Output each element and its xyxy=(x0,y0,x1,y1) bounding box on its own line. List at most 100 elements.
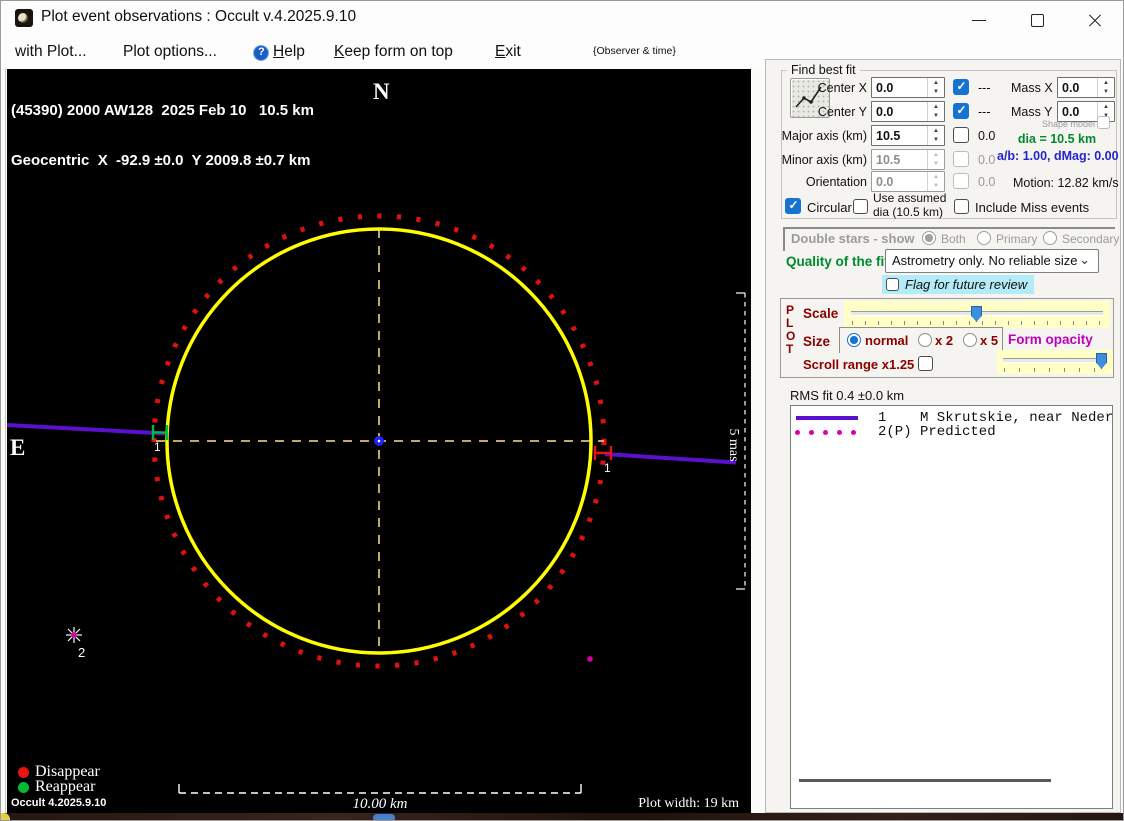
title-bar: Plot event observations : Occult v.4.202… xyxy=(1,1,1123,35)
menu-with-plot[interactable]: with Plot... xyxy=(15,43,87,61)
find-best-fit-title: Find best fit xyxy=(787,63,860,77)
mass-x-label: Mass X xyxy=(1011,81,1053,95)
quality-combobox[interactable]: Astrometry only. No reliable size xyxy=(885,249,1099,273)
center-x-error: --- xyxy=(978,81,991,95)
form-opacity-slider[interactable] xyxy=(997,350,1113,374)
east-label: E xyxy=(10,435,26,460)
plot-width-label: Plot width: 19 km xyxy=(638,796,739,811)
desktop-strip xyxy=(1,813,1123,820)
observation-row-num[interactable]: 2(P) xyxy=(878,424,912,440)
plot-canvas[interactable]: 1 1 2 (45390) 2000 AW128 2025 Feb 10 10.… xyxy=(7,69,751,813)
shape-model-label: Shape model xyxy=(1042,119,1096,129)
north-label: N xyxy=(373,79,390,104)
use-assumed-dia-checkbox[interactable] xyxy=(853,199,868,214)
major-axis-input[interactable] xyxy=(872,126,927,145)
secondary-radio[interactable] xyxy=(1043,231,1057,245)
spin-up-icon[interactable] xyxy=(1098,102,1114,112)
menu-plot-options[interactable]: Plot options... xyxy=(123,43,217,61)
scroll-range-checkbox[interactable] xyxy=(918,356,933,371)
scroll-range-label: Scroll range x1.25 xyxy=(803,357,915,372)
include-miss-label: Include Miss events xyxy=(975,200,1090,215)
circular-label: Circular xyxy=(807,200,852,215)
minor-axis-error: 0.0 xyxy=(978,153,996,167)
orientation-label: Orientation xyxy=(805,175,867,189)
circular-checkbox[interactable] xyxy=(785,198,801,214)
disappear-marker xyxy=(593,446,613,460)
scale-bar xyxy=(178,784,582,794)
menu-exit[interactable]: Exit xyxy=(495,43,521,61)
size-x2-label: x 2 xyxy=(935,333,954,348)
plot-left-border xyxy=(5,69,6,813)
both-radio[interactable] xyxy=(922,231,936,245)
spin-down-icon[interactable] xyxy=(928,160,944,170)
use-assumed-dia-label: Use assumed dia (10.5 km) xyxy=(873,191,946,219)
scale-slider-thumb[interactable] xyxy=(971,306,982,322)
center-y-fit-checkbox[interactable] xyxy=(953,103,969,119)
observation-row-name[interactable]: Predicted xyxy=(920,424,996,440)
size-x5-radio[interactable] xyxy=(963,333,977,347)
minor-axis-input[interactable] xyxy=(872,150,927,169)
center-x-input[interactable] xyxy=(872,78,927,97)
plot-vertical-p: P xyxy=(786,303,795,317)
close-button[interactable] xyxy=(1072,1,1118,34)
mass-x-spinner[interactable] xyxy=(1057,77,1115,98)
spin-up-icon[interactable] xyxy=(928,150,944,160)
orientation-spinner[interactable] xyxy=(871,171,945,192)
shape-model-checkbox[interactable] xyxy=(1097,116,1110,129)
spin-up-icon[interactable] xyxy=(928,78,944,88)
spin-up-icon[interactable] xyxy=(928,172,944,182)
window-title: Plot event observations : Occult v.4.202… xyxy=(41,8,357,25)
star-number: 2 xyxy=(78,645,85,660)
scale-slider[interactable] xyxy=(844,301,1110,328)
center-y-spinner[interactable] xyxy=(871,101,945,122)
minimize-button[interactable] xyxy=(956,1,1002,34)
observer-time-label: {Observer & time} xyxy=(593,45,676,57)
form-opacity-thumb[interactable] xyxy=(1096,353,1107,369)
primary-radio[interactable] xyxy=(977,231,991,245)
chord-left-segment xyxy=(7,423,166,436)
disappear-legend-dot xyxy=(18,767,29,778)
form-opacity-track xyxy=(1003,358,1107,363)
minor-axis-spinner[interactable] xyxy=(871,149,945,170)
size-x5-label: x 5 xyxy=(980,333,999,348)
orientation-fit-checkbox[interactable] xyxy=(953,173,969,189)
spin-up-icon[interactable] xyxy=(928,126,944,136)
spin-up-icon[interactable] xyxy=(1098,78,1114,88)
size-normal-radio[interactable] xyxy=(847,333,861,347)
list-separator-line xyxy=(799,779,1051,782)
center-x-fit-checkbox[interactable] xyxy=(953,79,969,95)
menu-help-accel: H xyxy=(273,43,285,60)
major-axis-fit-checkbox[interactable] xyxy=(953,127,969,143)
spin-down-icon[interactable] xyxy=(1098,88,1114,98)
predicted-dot xyxy=(587,656,593,662)
mass-x-input[interactable] xyxy=(1058,78,1097,97)
motion-label: Motion: 12.82 km/s xyxy=(1013,176,1119,190)
major-axis-label: Major axis (km) xyxy=(781,129,867,143)
form-opacity-ticks xyxy=(1004,368,1108,372)
menu-keep-on-top[interactable]: Keep form on top xyxy=(334,43,453,61)
major-axis-spinner[interactable] xyxy=(871,125,945,146)
spin-down-icon[interactable] xyxy=(928,182,944,192)
center-y-input[interactable] xyxy=(872,102,927,121)
flag-review-checkbox[interactable] xyxy=(886,278,899,291)
maximize-button[interactable] xyxy=(1014,1,1060,34)
minor-axis-fit-checkbox[interactable] xyxy=(953,151,969,167)
size-x2-radio[interactable] xyxy=(918,333,932,347)
spin-down-icon[interactable] xyxy=(928,88,944,98)
center-y-error: --- xyxy=(978,105,991,119)
spin-down-icon[interactable] xyxy=(928,112,944,122)
scalebar-value-label: 10.00 km xyxy=(352,796,408,812)
plot-title-line2: Geocentric X -92.9 ±0.0 Y 2009.8 ±0.7 km xyxy=(11,151,311,169)
dia-value-label: dia = 10.5 km xyxy=(1017,132,1097,146)
chord-number-left: 1 xyxy=(154,440,161,454)
spin-up-icon[interactable] xyxy=(928,102,944,112)
quality-label: Quality of the fit xyxy=(786,254,889,269)
spin-down-icon[interactable] xyxy=(928,136,944,146)
center-x-spinner[interactable] xyxy=(871,77,945,98)
include-miss-checkbox[interactable] xyxy=(954,199,969,214)
menu-exit-accel: E xyxy=(495,43,506,60)
orientation-input[interactable] xyxy=(872,172,927,191)
rms-fit-label: RMS fit 0.4 ±0.0 km xyxy=(790,388,905,403)
observations-listbox[interactable]: 1 M Skrutskie, near Neder 2(P) Predicted xyxy=(790,405,1113,809)
menu-help[interactable]: Help xyxy=(273,43,305,61)
